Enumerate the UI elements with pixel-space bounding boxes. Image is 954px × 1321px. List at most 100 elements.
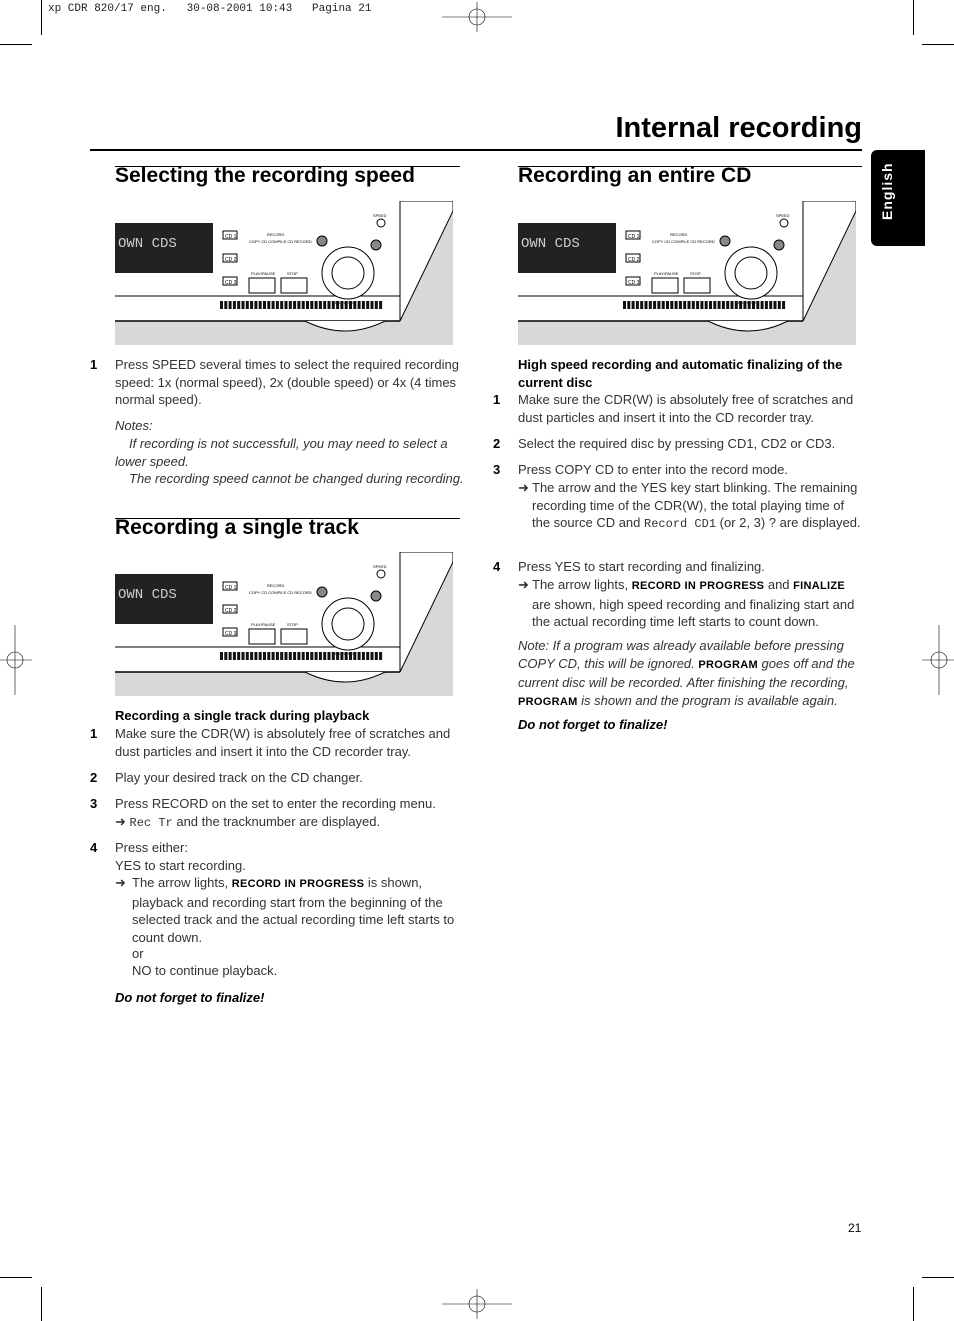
- vent-slot: [361, 301, 365, 309]
- vent-slot: [323, 301, 327, 309]
- vent-slot: [361, 652, 365, 660]
- registration-mark-icon: [0, 625, 32, 695]
- step-result: The arrow lights, RECORD IN PROGRESS and…: [532, 576, 862, 631]
- vent-slot: [310, 301, 314, 309]
- step-result: The arrow lights, RECORD IN PROGRESS is …: [132, 874, 462, 946]
- vent-slot: [224, 301, 228, 309]
- registration-mark-icon: [442, 2, 512, 32]
- vent-slot: [267, 652, 271, 660]
- crop-mark: [922, 1277, 954, 1278]
- vent-slot: [336, 652, 340, 660]
- vent-slot: [357, 301, 361, 309]
- vent-slot: [280, 301, 284, 309]
- vent-slot: [340, 652, 344, 660]
- vent-slot: [237, 301, 241, 309]
- device-label: RECORD: [670, 232, 687, 237]
- section-title-single: Recording a single track: [115, 516, 359, 539]
- vent-slot: [379, 652, 383, 660]
- arrow-icon: ➜: [115, 875, 126, 890]
- vent-slot: [713, 301, 717, 309]
- vent-slot: [301, 652, 305, 660]
- device-label: STOP: [287, 271, 298, 276]
- crop-mark: [41, 0, 42, 35]
- vent-slot: [366, 301, 370, 309]
- device-label: CD 1: [225, 234, 237, 240]
- device-label: SPEED: [776, 213, 790, 218]
- vent-slot: [661, 301, 665, 309]
- vent-slot: [314, 301, 318, 309]
- display-indicator: PROGRAM: [518, 695, 578, 708]
- vent-slot: [288, 652, 292, 660]
- crop-mark: [922, 44, 954, 45]
- device-label: CD 2: [628, 257, 640, 263]
- vent-slot: [734, 301, 738, 309]
- vent-slot: [640, 301, 644, 309]
- device-label: CD 2: [225, 257, 237, 263]
- note-text: If recording is not successfull, you may…: [115, 436, 448, 469]
- vent-slot: [327, 301, 331, 309]
- device-label: RECORD: [267, 232, 284, 237]
- step-result: The arrow and the YES key start blinking…: [532, 479, 862, 534]
- step-result: ➜ Rec Tr and the tracknumber are display…: [115, 814, 381, 830]
- vent-slot: [631, 301, 635, 309]
- option-text: NO to continue playback.: [132, 963, 278, 978]
- result-text: (or 2, 3) ? are displayed.: [716, 515, 861, 530]
- vent-slot: [245, 652, 249, 660]
- registration-mark-icon: [442, 1289, 512, 1319]
- vent-slot: [769, 301, 773, 309]
- vent-slot: [331, 652, 335, 660]
- vent-slot: [747, 301, 751, 309]
- vent-slot: [666, 301, 669, 309]
- vent-slot: [700, 301, 704, 309]
- vent-slot: [366, 652, 370, 660]
- vent-slot: [623, 301, 626, 309]
- device-label: STOP: [287, 622, 298, 627]
- vent-slot: [254, 652, 258, 660]
- vent-slot: [318, 652, 322, 660]
- vent-slot: [284, 652, 288, 660]
- vent-slot: [357, 652, 361, 660]
- vent-slot: [374, 301, 378, 309]
- vent-slot: [379, 301, 383, 309]
- vent-slot: [627, 301, 631, 309]
- device-label: COPY CD COMPILE CD RECORD: [249, 239, 312, 244]
- vent-slot: [297, 652, 301, 660]
- vent-slot: [370, 652, 374, 660]
- display-text: Record CD1: [644, 517, 717, 531]
- display-indicator: PROGRAM: [698, 658, 758, 671]
- vent-slot: [336, 301, 340, 309]
- vent-slot: [314, 652, 318, 660]
- finalize-reminder: Do not forget to finalize!: [115, 990, 265, 1005]
- vent-slot: [704, 301, 708, 309]
- vent-slot: [327, 652, 331, 660]
- vent-slot: [241, 652, 245, 660]
- vent-slot: [709, 301, 712, 309]
- vent-slot: [310, 652, 314, 660]
- crop-mark: [41, 1287, 42, 1321]
- vent-slot: [648, 301, 652, 309]
- device-label: CD 2: [225, 608, 237, 614]
- step-number: 1: [90, 357, 98, 372]
- step-text: Press YES to start recording and finaliz…: [518, 559, 765, 574]
- device-label: OWN CDS: [118, 587, 177, 603]
- device-label: RECORD: [267, 583, 284, 588]
- vent-slot: [331, 301, 335, 309]
- vent-slot: [245, 301, 249, 309]
- vent-slot: [691, 301, 695, 309]
- vent-slot: [241, 301, 245, 309]
- vent-slot: [730, 301, 734, 309]
- device-label: CD 3: [225, 280, 237, 286]
- vent-slot: [635, 301, 639, 309]
- vent-slot: [232, 301, 236, 309]
- device-label: CD 1: [628, 234, 640, 240]
- step-text: Play your desired track on the CD change…: [115, 770, 363, 785]
- cd-recorder-front-panel: OWN CDS CD 1 CD 2 CD 3 RECORD COPY CD CO…: [518, 200, 857, 345]
- subsection-title: Recording a single track during playback: [115, 708, 370, 723]
- vent-slot: [670, 301, 674, 309]
- page-number: 21: [848, 1221, 862, 1235]
- vent-slot: [721, 301, 725, 309]
- vent-slot: [349, 301, 352, 309]
- vent-slot: [263, 652, 266, 660]
- device-illustration: OWN CDS CD 1 CD 2 CD 3 RECORD COPY CD CO…: [115, 200, 454, 345]
- vent-slot: [284, 301, 288, 309]
